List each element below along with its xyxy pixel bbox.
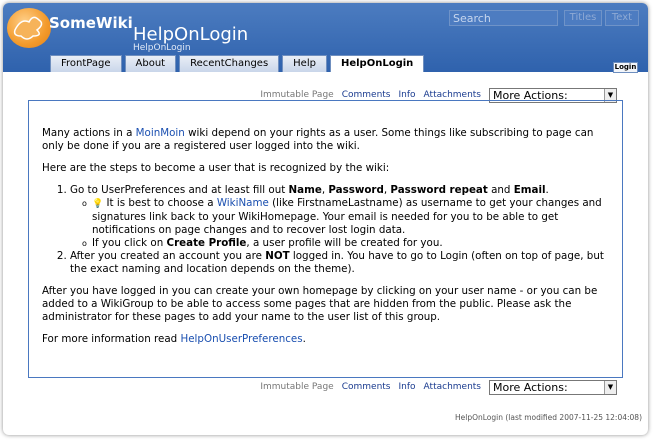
tab-recentchanges[interactable]: RecentChanges (179, 55, 280, 72)
info-link[interactable]: Info (399, 90, 416, 100)
logo-icon[interactable] (7, 8, 51, 48)
list-item: Go to UserPreferences and at least fill … (70, 184, 611, 250)
tab-helponlogin[interactable]: HelpOnLogin (329, 55, 425, 72)
header: SomeWiki HelpOnLogin HelpOnLogin Search … (3, 3, 648, 73)
tab-help[interactable]: Help (282, 55, 327, 72)
moinmoin-link[interactable]: MoinMoin (136, 127, 185, 139)
comments-link[interactable]: Comments (342, 90, 391, 100)
page-content: Many actions in a MoinMoin wiki depend o… (28, 100, 623, 378)
more-actions-select[interactable]: More Actions: ▼ (489, 379, 617, 395)
page-title[interactable]: HelpOnLogin (133, 24, 248, 45)
page-info-footer: HelpOnLogin (last modified 2007-11-25 12… (454, 413, 642, 422)
attachments-link[interactable]: Attachments (424, 90, 481, 100)
wikiname-link[interactable]: WikiName (217, 197, 269, 209)
info-link[interactable]: Info (399, 382, 416, 392)
immutable-page-label: Immutable Page (260, 90, 334, 100)
tab-frontpage[interactable]: FrontPage (50, 55, 122, 72)
attachments-link[interactable]: Attachments (424, 382, 481, 392)
paragraph-homepage: After you have logged in you can create … (42, 285, 598, 323)
text-button[interactable]: Text (605, 10, 639, 26)
list-item: If you click on Create Profile, a user p… (82, 237, 611, 250)
search-input[interactable]: Search (449, 10, 558, 26)
paragraph-steps-intro: Here are the steps to become a user that… (42, 162, 390, 174)
paragraph-more-info: For more information read HelpOnUserPref… (42, 333, 306, 345)
steps-list: Go to UserPreferences and at least fill … (42, 184, 611, 276)
comments-link[interactable]: Comments (342, 382, 391, 392)
lightbulb-icon: 💡 (92, 199, 104, 209)
chevron-down-icon: ▼ (604, 380, 616, 394)
action-bar-bottom: Immutable Page Comments Info Attachments… (260, 379, 617, 395)
breadcrumb[interactable]: HelpOnLogin (133, 43, 191, 53)
list-item: After you created an account you are NOT… (70, 250, 611, 276)
login-button[interactable]: Login (613, 62, 638, 73)
helponuserpreferences-link[interactable]: HelpOnUserPreferences (180, 333, 302, 345)
window-frame: SomeWiki HelpOnLogin HelpOnLogin Search … (3, 3, 648, 435)
sub-list: 💡 It is best to choose a WikiName (like … (70, 197, 611, 250)
nav-tabs: FrontPage About RecentChanges Help HelpO… (50, 55, 425, 72)
paragraph-intro: Many actions in a MoinMoin wiki depend o… (42, 127, 594, 152)
list-item: 💡 It is best to choose a WikiName (like … (82, 197, 611, 237)
immutable-page-label: Immutable Page (260, 382, 334, 392)
logo-text[interactable]: SomeWiki (49, 14, 133, 32)
tab-about[interactable]: About (124, 55, 177, 72)
titles-button[interactable]: Titles (564, 10, 602, 26)
more-actions-value: More Actions: (493, 380, 568, 394)
